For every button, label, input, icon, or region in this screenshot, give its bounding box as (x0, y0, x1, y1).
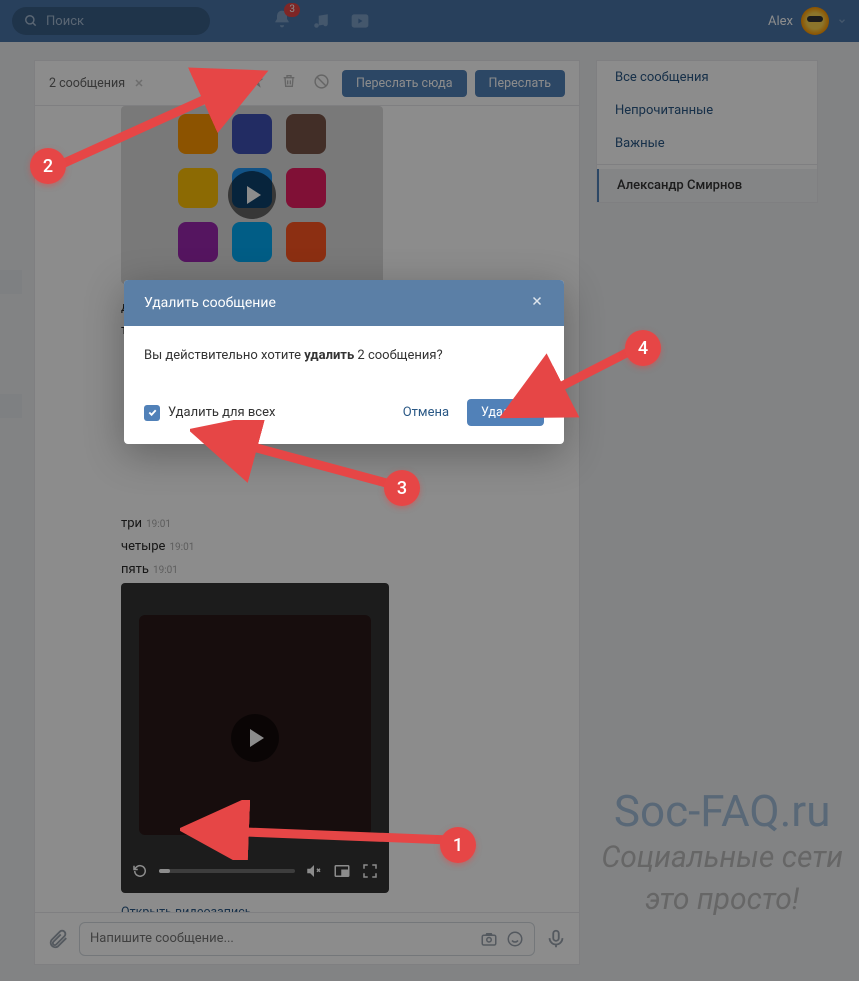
cancel-button[interactable]: Отмена (403, 405, 449, 420)
modal-overlay[interactable] (0, 0, 859, 981)
delete-button[interactable]: Удалить (467, 399, 544, 426)
modal-body: Вы действительно хотите удалить 2 сообще… (124, 326, 564, 385)
annotation-marker-3: 3 (384, 470, 420, 506)
annotation-marker-2: 2 (30, 148, 66, 184)
delete-modal: Удалить сообщение Вы действительно хотит… (124, 280, 564, 444)
annotation-marker-4: 4 (625, 330, 661, 366)
modal-footer: Удалить для всех Отмена Удалить (124, 385, 564, 444)
modal-title: Удалить сообщение (144, 295, 530, 311)
checkbox-icon (144, 405, 160, 421)
annotation-marker-1: 1 (440, 827, 476, 863)
close-icon[interactable] (530, 294, 544, 312)
delete-for-all-checkbox[interactable]: Удалить для всех (144, 405, 275, 421)
modal-header: Удалить сообщение (124, 280, 564, 326)
